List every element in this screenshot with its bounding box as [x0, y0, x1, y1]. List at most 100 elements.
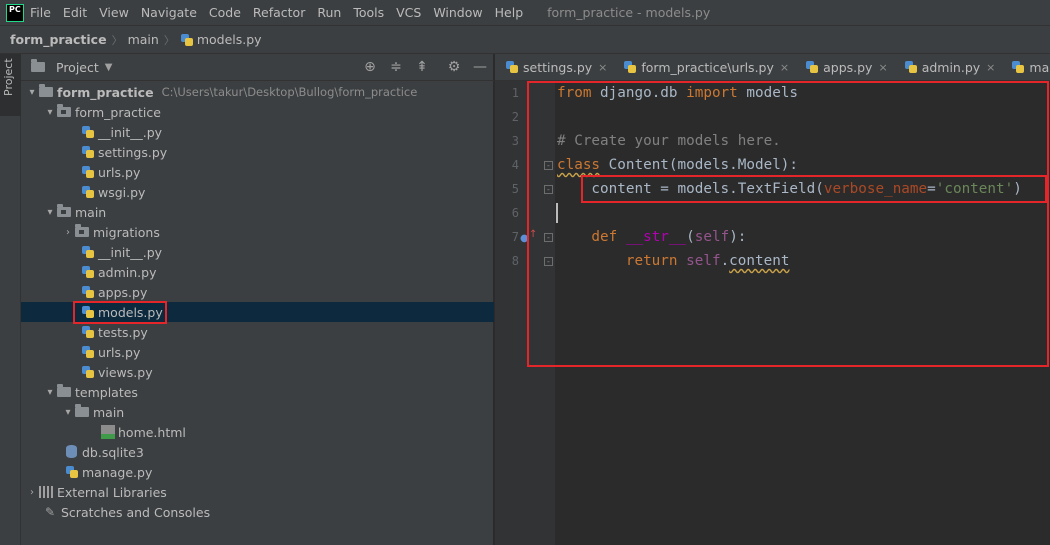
close-icon[interactable]: × [598, 61, 607, 74]
chevron-down-icon[interactable]: ▾ [43, 107, 57, 118]
project-tab-label: Project [2, 58, 15, 96]
tree-item-tests[interactable]: tests.py [21, 322, 494, 342]
code-comment: # Create your models here. [557, 133, 781, 149]
tree-item-db[interactable]: db.sqlite3 [21, 442, 494, 462]
tab-apps[interactable]: apps.py × [795, 54, 894, 80]
menu-navigate[interactable]: Navigate [141, 5, 197, 20]
tree-item-urls[interactable]: urls.py [21, 162, 494, 182]
code-line-8[interactable]: return self.content [557, 249, 790, 273]
code-token: def [557, 229, 618, 245]
menu-window[interactable]: Window [433, 5, 482, 20]
tab-form-practice-urls[interactable]: form_practice\urls.py × [613, 54, 795, 80]
tree-item-label: admin.py [98, 264, 157, 280]
breadcrumb: form_practice 〉 main 〉 models.py [0, 25, 1050, 54]
editor: settings.py × form_practice\urls.py × ap… [495, 54, 1050, 545]
locate-file-icon[interactable]: ⊕ [361, 58, 379, 76]
code-token: return [557, 253, 678, 269]
python-file-icon [81, 345, 95, 359]
menu-file[interactable]: File [30, 5, 51, 20]
menu-tools[interactable]: Tools [353, 5, 384, 20]
python-file-icon [81, 125, 95, 139]
code-line-7[interactable]: def __str__(self): [557, 225, 746, 249]
breadcrumb-file[interactable]: models.py [197, 32, 262, 47]
package-folder-icon [57, 204, 71, 217]
tree-item-apps[interactable]: apps.py [21, 282, 494, 302]
tree-item-manage[interactable]: manage.py [21, 462, 494, 482]
menu-help[interactable]: Help [495, 5, 524, 20]
python-file-icon [904, 60, 918, 74]
chevron-down-icon[interactable]: ▾ [43, 387, 57, 398]
breadcrumb-folder[interactable]: main [128, 32, 159, 47]
project-panel: Project ▼ ⊕ ≑ ⇞ ⚙ — ▾ form_practice C:\U… [21, 54, 494, 545]
tree-item-scratches[interactable]: ✎ Scratches and Consoles [21, 502, 494, 522]
highlight-box-code [527, 81, 1049, 367]
tree-item-models[interactable]: models.py [21, 302, 494, 322]
menu-vcs[interactable]: VCS [396, 5, 421, 20]
expand-all-icon[interactable]: ≑ [387, 58, 405, 76]
tree-item-main[interactable]: ▾ main [21, 202, 494, 222]
code-line-5[interactable]: content = models.TextField(verbose_name=… [557, 177, 1021, 201]
project-view-dropdown[interactable]: Project [56, 60, 99, 75]
python-file-icon [180, 33, 194, 47]
tree-item-views[interactable]: views.py [21, 362, 494, 382]
tree-item-form-practice[interactable]: ▾ form_practice [21, 102, 494, 122]
tree-item-label: Scratches and Consoles [61, 504, 211, 520]
fold-marker-icon[interactable]: - [544, 233, 553, 242]
tree-item-home-html[interactable]: home.html [21, 422, 494, 442]
fold-marker-icon[interactable]: - [544, 257, 553, 266]
line-number: 4 [511, 158, 519, 172]
close-icon[interactable]: × [780, 61, 789, 74]
tree-item-external-libraries[interactable]: › External Libraries [21, 482, 494, 502]
gear-icon[interactable]: ⚙ [445, 58, 463, 76]
chevron-right-icon[interactable]: › [61, 227, 75, 238]
python-file-icon [81, 165, 95, 179]
tab-main-urls[interactable]: main\urls.py [1001, 54, 1050, 80]
tree-item-init[interactable]: __init__.py [21, 122, 494, 142]
hide-panel-icon[interactable]: — [471, 58, 489, 76]
tree-item-label: views.py [98, 364, 153, 380]
project-tool-window-tab[interactable]: Project [0, 54, 21, 116]
tab-admin[interactable]: admin.py × [894, 54, 1002, 80]
python-file-icon [81, 285, 95, 299]
folder-icon [39, 84, 53, 97]
menu-code[interactable]: Code [209, 5, 241, 20]
fold-marker-icon[interactable]: - [544, 161, 553, 170]
tree-item-admin[interactable]: admin.py [21, 262, 494, 282]
code-line-3[interactable]: # Create your models here. [557, 129, 781, 153]
text-caret [556, 203, 558, 223]
menu-edit[interactable]: Edit [63, 5, 87, 20]
breadcrumb-project[interactable]: form_practice [10, 32, 107, 47]
tree-item-settings[interactable]: settings.py [21, 142, 494, 162]
close-icon[interactable]: × [878, 61, 887, 74]
tree-item-templates[interactable]: ▾ templates [21, 382, 494, 402]
close-icon[interactable]: × [986, 61, 995, 74]
folder-icon [57, 384, 71, 397]
chevron-down-icon[interactable]: ▼ [105, 62, 113, 73]
code-line-1[interactable]: from django.db import models [557, 81, 798, 105]
tree-item-main-urls[interactable]: urls.py [21, 342, 494, 362]
chevron-right-icon[interactable]: › [25, 487, 39, 498]
chevron-down-icon[interactable]: ▾ [61, 407, 75, 418]
code-line-4[interactable]: class Content(models.Model): [557, 153, 798, 177]
tree-item-main-init[interactable]: __init__.py [21, 242, 494, 262]
code-token: __str__ [625, 229, 687, 245]
tree-item-migrations[interactable]: › migrations [21, 222, 494, 242]
chevron-down-icon[interactable]: ▾ [43, 207, 57, 218]
html-file-icon [101, 425, 115, 439]
tab-settings[interactable]: settings.py × [495, 54, 613, 80]
collapse-all-icon[interactable]: ⇞ [413, 58, 431, 76]
override-arrow-icon[interactable]: ↑ [529, 229, 537, 240]
overrides-method-icon[interactable]: ● [520, 233, 529, 244]
code-token: Content(models.Model): [600, 157, 799, 173]
fold-marker-icon[interactable]: - [544, 185, 553, 194]
chevron-down-icon[interactable]: ▾ [25, 87, 39, 98]
menu-refactor[interactable]: Refactor [253, 5, 305, 20]
tab-label: apps.py [823, 59, 873, 75]
tree-item-wsgi[interactable]: wsgi.py [21, 182, 494, 202]
menu-run[interactable]: Run [317, 5, 341, 20]
menu-view[interactable]: View [99, 5, 129, 20]
line-number: 8 [511, 254, 519, 268]
tree-item-templates-main[interactable]: ▾ main [21, 402, 494, 422]
tree-root[interactable]: ▾ form_practice C:\Users\takur\Desktop\B… [21, 82, 494, 102]
tree-item-label: db.sqlite3 [82, 444, 144, 460]
